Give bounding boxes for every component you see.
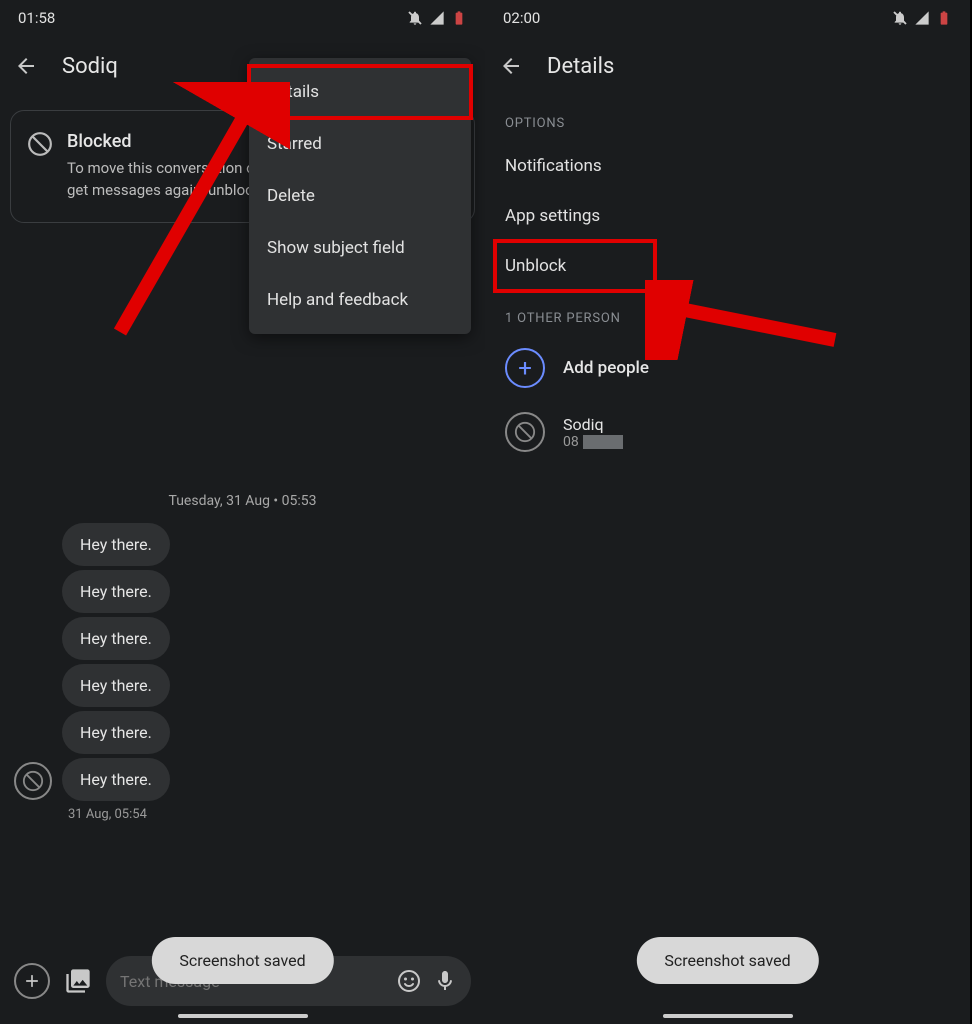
gallery-icon[interactable] bbox=[64, 967, 92, 995]
menu-details[interactable]: Details bbox=[249, 66, 471, 118]
contact-avatar bbox=[505, 412, 545, 452]
add-people-label: Add people bbox=[563, 358, 649, 378]
menu-delete[interactable]: Delete bbox=[249, 170, 471, 222]
status-icons bbox=[407, 10, 467, 26]
contact-number: 08 bbox=[563, 434, 623, 450]
message-bubble[interactable]: Hey there. bbox=[62, 617, 170, 660]
block-icon bbox=[27, 131, 53, 157]
day-timestamp: Tuesday, 31 Aug • 05:53 bbox=[0, 493, 485, 509]
redacted-number bbox=[583, 435, 623, 449]
conversation-title: Sodiq bbox=[62, 54, 118, 79]
back-icon[interactable] bbox=[14, 54, 38, 78]
overflow-menu: Details Starred Delete Show subject fiel… bbox=[249, 58, 471, 334]
dnd-icon bbox=[407, 10, 423, 26]
battery-icon bbox=[936, 10, 952, 26]
status-icons bbox=[892, 10, 952, 26]
battery-icon bbox=[451, 10, 467, 26]
message-bubble[interactable]: Hey there. bbox=[62, 711, 170, 754]
message-bubble[interactable]: Hey there. bbox=[62, 664, 170, 707]
block-icon bbox=[514, 421, 536, 443]
status-bar: 02:00 bbox=[485, 0, 970, 36]
menu-starred[interactable]: Starred bbox=[249, 118, 471, 170]
nav-handle[interactable] bbox=[178, 1014, 308, 1018]
attach-button[interactable] bbox=[14, 963, 50, 999]
block-icon bbox=[22, 770, 44, 792]
dnd-icon bbox=[892, 10, 908, 26]
plus-icon bbox=[22, 971, 42, 991]
conversation-screen: 01:58 Sodiq Blocked To move this convers… bbox=[0, 0, 485, 1024]
message-time: 31 Aug, 05:54 bbox=[68, 807, 170, 822]
contact-name: Sodiq bbox=[563, 415, 623, 434]
message-bubble[interactable]: Hey there. bbox=[62, 570, 170, 613]
screenshot-toast: Screenshot saved bbox=[151, 937, 333, 984]
add-people-row[interactable]: + Add people bbox=[485, 336, 970, 400]
message-list: Hey there. Hey there. Hey there. Hey the… bbox=[0, 523, 485, 822]
menu-help-feedback[interactable]: Help and feedback bbox=[249, 274, 471, 326]
menu-show-subject[interactable]: Show subject field bbox=[249, 222, 471, 274]
contact-row[interactable]: Sodiq 08 bbox=[485, 400, 970, 464]
signal-icon bbox=[429, 10, 445, 26]
people-header: 1 OTHER PERSON bbox=[485, 291, 970, 336]
message-bubble[interactable]: Hey there. bbox=[62, 758, 170, 801]
back-icon[interactable] bbox=[499, 54, 523, 78]
nav-handle[interactable] bbox=[663, 1014, 793, 1018]
app-settings-option[interactable]: App settings bbox=[485, 191, 970, 241]
app-bar: Details bbox=[485, 36, 970, 96]
details-title: Details bbox=[547, 54, 614, 79]
status-time: 01:58 bbox=[18, 9, 55, 27]
details-screen: 02:00 Details OPTIONS Notifications App … bbox=[485, 0, 970, 1024]
mic-icon[interactable] bbox=[433, 969, 457, 993]
signal-icon bbox=[914, 10, 930, 26]
screenshot-toast: Screenshot saved bbox=[636, 937, 818, 984]
notifications-option[interactable]: Notifications bbox=[485, 141, 970, 191]
emoji-icon[interactable] bbox=[397, 969, 421, 993]
status-bar: 01:58 bbox=[0, 0, 485, 36]
sender-avatar[interactable] bbox=[14, 762, 52, 800]
message-bubble[interactable]: Hey there. bbox=[62, 523, 170, 566]
status-time: 02:00 bbox=[503, 9, 540, 27]
add-icon: + bbox=[505, 348, 545, 388]
unblock-option[interactable]: Unblock bbox=[495, 241, 655, 291]
options-header: OPTIONS bbox=[485, 96, 970, 141]
